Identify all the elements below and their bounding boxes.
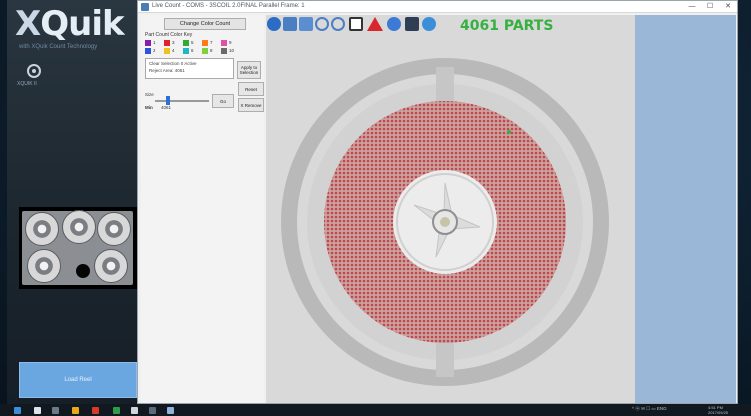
color-swatch[interactable] — [221, 40, 227, 46]
reel-thumbnail[interactable] — [19, 207, 137, 289]
home-icon[interactable] — [267, 17, 281, 31]
slider-label: Size — [145, 92, 154, 97]
remove-button[interactable]: X Remove — [238, 98, 264, 112]
textbox-line: Clear Selection 0 Active — [149, 61, 197, 66]
swatch-label: 5 — [191, 40, 194, 45]
mini-reel-icon — [97, 212, 131, 246]
window-title: Live Count - COMS - 3SCOIL 2.0FINAL Para… — [152, 3, 305, 9]
folder-icon[interactable] — [72, 407, 79, 414]
controls-panel: Change Color Count Part Count Color Key … — [141, 15, 264, 403]
zoom-out-icon[interactable] — [331, 17, 345, 31]
app-icon[interactable] — [167, 407, 174, 414]
swatch-label: 1 — [153, 40, 156, 45]
mini-reel-icon — [62, 210, 96, 244]
dark-spot — [76, 264, 90, 278]
brand-logo: XQuik — [15, 4, 125, 44]
color-swatch[interactable] — [202, 40, 208, 46]
clock-date[interactable]: 2017/09/25 — [708, 410, 728, 415]
go-button[interactable]: Go — [212, 94, 234, 108]
cloud-icon[interactable] — [387, 17, 401, 31]
apply-to-selection-button[interactable]: Apply to Selection — [237, 61, 261, 79]
color-swatch[interactable] — [164, 40, 170, 46]
zoom-in-icon[interactable] — [315, 17, 329, 31]
change-color-count-button[interactable]: Change Color Count — [164, 18, 246, 30]
app-icon[interactable] — [131, 407, 138, 414]
swatch-label: 9 — [229, 40, 232, 45]
maximize-button[interactable]: ☐ — [701, 2, 719, 12]
system-tray[interactable]: ^ ⓦ ✉ ☐ ▭ ENG — [632, 406, 667, 412]
save-icon[interactable] — [283, 17, 297, 31]
taskbar: ^ ⓦ ✉ ☐ ▭ ENG 4:51 PM 2017/09/25 — [0, 404, 751, 416]
warning-icon[interactable] — [367, 17, 383, 31]
swatch-label: 2 — [153, 48, 156, 53]
app-icon — [141, 3, 149, 11]
min-label: Min — [145, 105, 153, 110]
textbox-line: Reject Area: 4061 — [149, 68, 185, 73]
load-reel-button[interactable]: Load Reel — [19, 362, 137, 398]
thumbnail-image — [22, 210, 133, 285]
size-slider[interactable] — [155, 100, 209, 102]
open-folder-icon[interactable] — [299, 17, 313, 31]
swatch-label: 7 — [210, 40, 213, 45]
selection-textbox[interactable]: Clear Selection 0 Active Reject Area: 40… — [145, 58, 234, 79]
app-icon[interactable] — [113, 407, 120, 414]
color-swatch[interactable] — [183, 40, 189, 46]
minimize-button[interactable]: — — [683, 2, 701, 12]
monitor-icon[interactable] — [405, 17, 419, 31]
start-icon[interactable] — [14, 407, 21, 414]
color-key-label: Part Count Color Key — [145, 32, 193, 38]
task-view-icon[interactable] — [52, 407, 59, 414]
size-slider-thumb[interactable] — [166, 96, 170, 105]
side-panel-strip — [635, 15, 736, 403]
min-value: 4061 — [161, 105, 172, 110]
swatch-label: 8 — [210, 48, 213, 53]
parts-count: 4061 PARTS — [460, 18, 554, 34]
checkbox-icon[interactable] — [349, 17, 363, 31]
reset-button[interactable]: Reset — [238, 82, 264, 96]
swatch-label: 3 — [172, 40, 175, 45]
mini-reel-icon — [94, 249, 128, 283]
app-icon[interactable] — [92, 407, 99, 414]
brand-sidebar: XQuik with XQuik Count Technology XQUIK … — [7, 0, 137, 404]
swatch-label: 4 — [172, 48, 175, 53]
app-window: Live Count - COMS - 3SCOIL 2.0FINAL Para… — [137, 0, 738, 404]
reel-image-canvas[interactable] — [266, 15, 736, 403]
swatch-label: 10 — [229, 48, 235, 53]
color-swatch[interactable] — [221, 48, 227, 54]
color-swatch[interactable] — [202, 48, 208, 54]
toolbar: 4061 PARTS — [267, 17, 567, 35]
app-icon[interactable] — [149, 407, 156, 414]
mini-reel-icon — [27, 249, 61, 283]
color-swatch[interactable] — [145, 40, 151, 46]
close-button[interactable]: ✕ — [719, 2, 737, 12]
color-swatch[interactable] — [183, 48, 189, 54]
reel-settings-icon[interactable] — [27, 64, 41, 78]
info-icon[interactable] — [422, 17, 436, 31]
color-swatch[interactable] — [164, 48, 170, 54]
color-swatch[interactable] — [145, 48, 151, 54]
mini-reel-icon — [25, 212, 59, 246]
swatch-label: 6 — [191, 48, 194, 53]
side-icon-label: XQUIK II — [17, 81, 37, 87]
search-icon[interactable] — [34, 407, 41, 414]
brand-tagline: with XQuik Count Technology — [19, 44, 98, 50]
screen: XQuik with XQuik Count Technology XQUIK … — [0, 0, 751, 416]
title-bar[interactable]: Live Count - COMS - 3SCOIL 2.0FINAL Para… — [138, 1, 737, 13]
